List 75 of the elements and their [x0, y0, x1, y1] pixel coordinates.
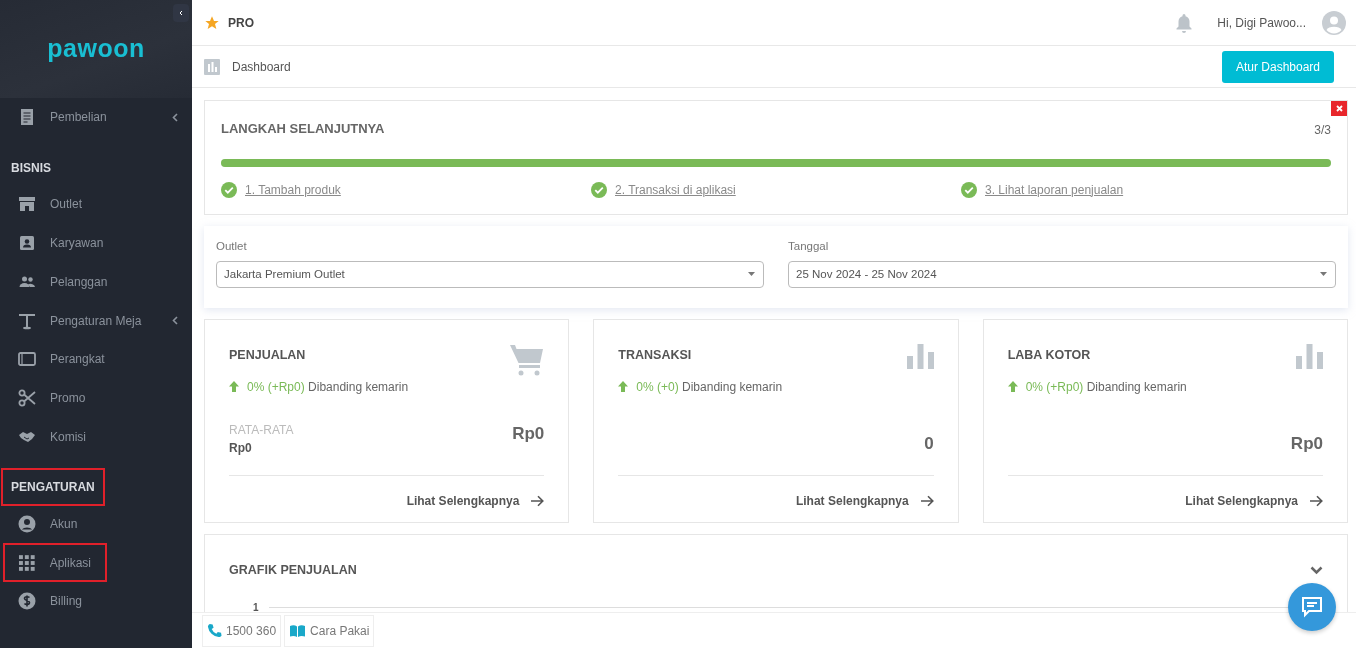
arrow-right-icon: [531, 494, 545, 507]
field-label: Outlet: [216, 238, 248, 254]
average-label: RATA-RATA: [229, 421, 294, 439]
step-counter: 3/3: [1314, 121, 1331, 139]
tablet-icon: [18, 350, 36, 369]
bar-chart-icon: [906, 343, 934, 369]
arrow-right-icon: [1310, 494, 1323, 507]
scissors-icon: [18, 389, 36, 408]
step-link[interactable]: 1. Tambah produk: [245, 180, 341, 199]
change-text: 0% (+Rp0) Dibanding kemarin: [247, 378, 409, 396]
chevron-left-icon: [179, 8, 183, 18]
stat-value: Rp0: [1290, 433, 1323, 456]
sidebar-item[interactable]: Perangkat: [0, 340, 192, 379]
sidebar-item[interactable]: Pembelian: [0, 98, 192, 137]
stat-title: LABA KOTOR: [1007, 346, 1092, 364]
average-value: Rp0: [229, 439, 253, 457]
sidebar-item[interactable]: Karyawan: [0, 223, 192, 263]
arrow-up-icon: [1007, 381, 1018, 392]
see-more-link[interactable]: Lihat Selengkapnya: [1185, 491, 1323, 510]
card-title: GRAFIK PENJUALAN: [229, 561, 357, 579]
page-title: Dashboard: [232, 58, 291, 76]
card-title: LANGKAH SELANJUTNYA: [221, 120, 385, 138]
axis-tick-label: 1: [253, 600, 259, 615]
bell-icon[interactable]: [1175, 12, 1194, 33]
dropdown-field[interactable]: 25 Nov 2024 - 25 Nov 2024: [788, 260, 1336, 288]
section-header: PENGATURAN: [3, 470, 103, 505]
sidebar-item[interactable]: Outlet: [0, 184, 192, 224]
grid-icon: [18, 553, 36, 572]
sidebar-item[interactable]: Komisi: [0, 417, 192, 457]
stat-value: 0: [924, 433, 934, 456]
caret-icon: [1320, 272, 1327, 277]
see-more-link[interactable]: Lihat Selengkapnya: [406, 491, 545, 510]
step-link[interactable]: 3. Lihat laporan penjualan: [985, 180, 1124, 199]
sidebar-item[interactable]: Akun: [0, 504, 192, 544]
step-link[interactable]: 2. Transaksi di aplikasi: [615, 180, 736, 199]
user-greeting[interactable]: Hi, Digi Pawoo...: [1217, 13, 1306, 32]
phone-button[interactable]: 1500 360: [202, 614, 282, 647]
cart-icon: [510, 343, 545, 376]
dropdown-field[interactable]: Jakarta Premium Outlet: [216, 260, 764, 288]
stat-value: Rp0: [512, 423, 545, 446]
see-more-link[interactable]: Lihat Selengkapnya: [795, 491, 934, 510]
guide-button[interactable]: Cara Pakai: [284, 614, 375, 647]
sidebar-item[interactable]: Billing: [0, 581, 192, 621]
sidebar-item[interactable]: Pelanggan: [0, 262, 192, 302]
receipt-icon: [18, 108, 36, 127]
section-header: BISNIS: [10, 159, 52, 177]
chart-icon: [204, 58, 220, 75]
bar-chart-icon: [1296, 343, 1323, 369]
sidebar-item[interactable]: Aplikasi: [3, 543, 107, 582]
sidebar-item[interactable]: Pengaturan Meja: [0, 301, 192, 340]
change-text: 0% (+Rp0) Dibanding kemarin: [1025, 378, 1187, 396]
id-card-icon: [18, 234, 36, 252]
dollar-circle-icon: [18, 592, 36, 611]
change-text: 0% (+0) Dibanding kemarin: [636, 378, 783, 396]
stat-title: TRANSAKSI: [618, 346, 693, 364]
arrow-up-icon: [618, 381, 629, 392]
arrow-right-icon: [920, 494, 934, 507]
phone-icon: [207, 623, 222, 638]
store-icon: [18, 195, 36, 214]
chevron-down-icon[interactable]: [1310, 565, 1323, 575]
plan-label: PRO: [228, 14, 254, 32]
logo: pawoon: [47, 33, 145, 65]
caret-icon: [748, 272, 755, 277]
close-button[interactable]: [1331, 101, 1347, 116]
book-icon: [289, 623, 307, 638]
sidebar-item[interactable]: Promo: [0, 378, 192, 418]
chat-icon: [1300, 596, 1324, 618]
user-circle-icon: [18, 514, 36, 533]
table-icon: [18, 311, 36, 330]
arrow-up-icon: [229, 381, 239, 392]
star-icon: [204, 14, 220, 31]
stat-title: PENJUALAN: [229, 346, 307, 364]
close-icon: [1335, 105, 1343, 112]
field-label: Tanggal: [788, 238, 830, 254]
avatar-icon[interactable]: [1322, 10, 1346, 35]
